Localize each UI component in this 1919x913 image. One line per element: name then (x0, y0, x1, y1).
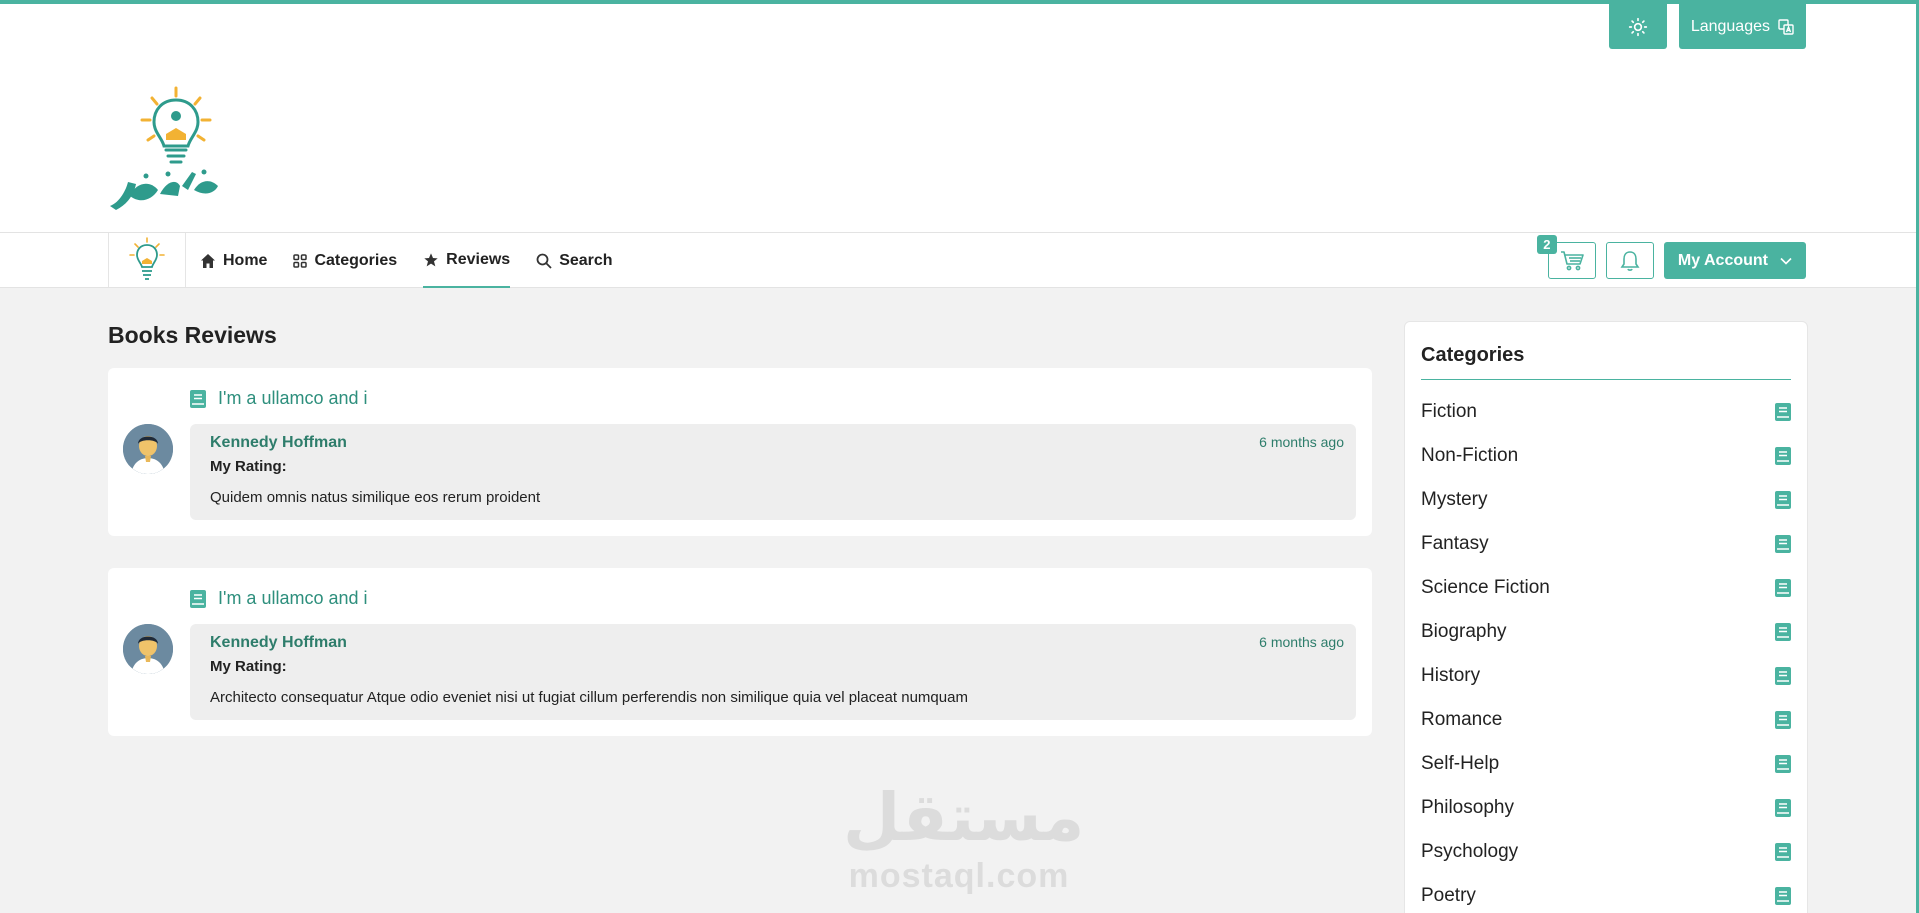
nav-search[interactable]: Search (536, 233, 613, 288)
book-icon (1775, 711, 1791, 729)
book-icon (1775, 403, 1791, 421)
book-icon (1775, 579, 1791, 597)
reviewer-name[interactable]: Kennedy Hoffman (210, 634, 1336, 652)
review-time: 6 months ago (1259, 634, 1344, 650)
book-icon (1775, 447, 1791, 465)
header-actions: Languages (1608, 4, 1806, 49)
category-label: Philosophy (1421, 797, 1514, 818)
category-item[interactable]: Fantasy (1421, 522, 1791, 566)
category-item[interactable]: Fiction (1421, 390, 1791, 434)
review-book-link[interactable]: I'm a ullamco and i (190, 388, 368, 409)
review-card: I'm a ullamco and i Kennedy Hoffman My R… (108, 568, 1372, 736)
category-item[interactable]: History (1421, 654, 1791, 698)
rating-label: My Rating: (210, 658, 287, 675)
my-account-button[interactable]: My Account (1663, 242, 1806, 279)
cart-count-badge: 2 (1536, 235, 1557, 254)
category-label: Mystery (1421, 489, 1488, 510)
book-icon (1775, 491, 1791, 509)
category-list: Fiction Non-Fiction Mystery Fantasy Scie… (1421, 390, 1791, 913)
categories-sidebar: Categories Fiction Non-Fiction Mystery F… (1404, 321, 1808, 913)
category-label: Science Fiction (1421, 577, 1550, 598)
review-book-link[interactable]: I'm a ullamco and i (190, 588, 368, 609)
book-icon (1775, 755, 1791, 773)
category-label: History (1421, 665, 1481, 686)
nav-logo[interactable] (108, 233, 186, 287)
category-label: Poetry (1421, 885, 1476, 906)
review-card: I'm a ullamco and i Kennedy Hoffman My R… (108, 368, 1372, 536)
sun-icon (1628, 17, 1647, 36)
category-item[interactable]: Non-Fiction (1421, 434, 1791, 478)
nav-right-actions: 2 My Account (1536, 235, 1806, 279)
book-icon (1775, 843, 1791, 861)
review-book-title: I'm a ullamco and i (218, 388, 368, 408)
nav-reviews[interactable]: Reviews (423, 233, 511, 288)
category-item[interactable]: Poetry (1421, 874, 1791, 913)
rating-label: My Rating: (210, 458, 287, 475)
nav-categories-label: Categories (314, 251, 398, 269)
star-icon (424, 252, 438, 266)
watermark-arabic: مستقل (843, 779, 1085, 856)
avatar (123, 624, 173, 674)
category-label: Fantasy (1421, 533, 1489, 554)
bell-icon (1620, 250, 1640, 271)
category-item[interactable]: Science Fiction (1421, 566, 1791, 610)
user-avatar-icon (123, 424, 173, 474)
review-time: 6 months ago (1259, 434, 1344, 450)
review-text: Quidem omnis natus similique eos rerum p… (210, 489, 541, 506)
nav-home-label: Home (223, 251, 268, 269)
category-label: Romance (1421, 709, 1503, 730)
notifications-button[interactable] (1605, 242, 1654, 279)
review-text: Architecto consequatur Atque odio evenie… (210, 689, 968, 706)
book-icon (190, 589, 206, 608)
sidebar-title: Categories (1421, 344, 1791, 380)
nav-search-label: Search (559, 251, 613, 269)
category-label: Psychology (1421, 841, 1519, 862)
page-title: Books Reviews (108, 322, 277, 348)
category-item[interactable]: Psychology (1421, 830, 1791, 874)
home-icon (201, 253, 215, 268)
bulb-logo-icon (110, 86, 218, 210)
nav-home[interactable]: Home (200, 233, 267, 288)
book-icon (1775, 799, 1791, 817)
nav-reviews-label: Reviews (446, 250, 511, 268)
nav-categories[interactable]: Categories (293, 233, 397, 288)
reviewer-name[interactable]: Kennedy Hoffman (210, 434, 1336, 452)
review-body: Kennedy Hoffman My Rating: Quidem omnis … (190, 424, 1356, 520)
category-label: Self-Help (1421, 753, 1500, 774)
theme-toggle-button[interactable] (1608, 4, 1667, 49)
category-label: Fiction (1421, 401, 1477, 422)
site-logo[interactable] (106, 86, 226, 214)
book-icon (1775, 623, 1791, 641)
languages-button[interactable]: Languages (1678, 4, 1806, 49)
book-icon (1775, 887, 1791, 905)
chevron-down-icon (1780, 257, 1792, 265)
main-navbar: Home Categories Reviews Search 2 My Acco… (0, 233, 1916, 288)
book-icon (1775, 535, 1791, 553)
review-body: Kennedy Hoffman My Rating: Architecto co… (190, 624, 1356, 720)
languages-label: Languages (1690, 17, 1770, 35)
watermark-latin: mostaql.com (848, 857, 1070, 895)
category-item[interactable]: Biography (1421, 610, 1791, 654)
book-icon (1775, 667, 1791, 685)
nav-links: Home Categories Reviews Search (200, 233, 613, 288)
bulb-small-logo-icon (129, 237, 165, 280)
search-icon (536, 253, 552, 269)
cart-icon (1560, 250, 1584, 270)
cart-button[interactable]: 2 (1536, 235, 1596, 279)
translate-icon (1778, 18, 1794, 35)
mostaql-watermark: مستقل mostaql.com (843, 778, 1085, 895)
category-item[interactable]: Romance (1421, 698, 1791, 742)
my-account-label: My Account (1677, 251, 1768, 269)
review-book-title: I'm a ullamco and i (218, 588, 368, 608)
site-header: Languages (0, 4, 1916, 233)
category-item[interactable]: Mystery (1421, 478, 1791, 522)
grid-icon (293, 253, 308, 268)
category-item[interactable]: Philosophy (1421, 786, 1791, 830)
book-icon (190, 389, 206, 408)
category-label: Biography (1421, 621, 1507, 642)
user-avatar-icon (123, 624, 173, 674)
category-item[interactable]: Self-Help (1421, 742, 1791, 786)
avatar (123, 424, 173, 474)
category-label: Non-Fiction (1421, 445, 1519, 466)
